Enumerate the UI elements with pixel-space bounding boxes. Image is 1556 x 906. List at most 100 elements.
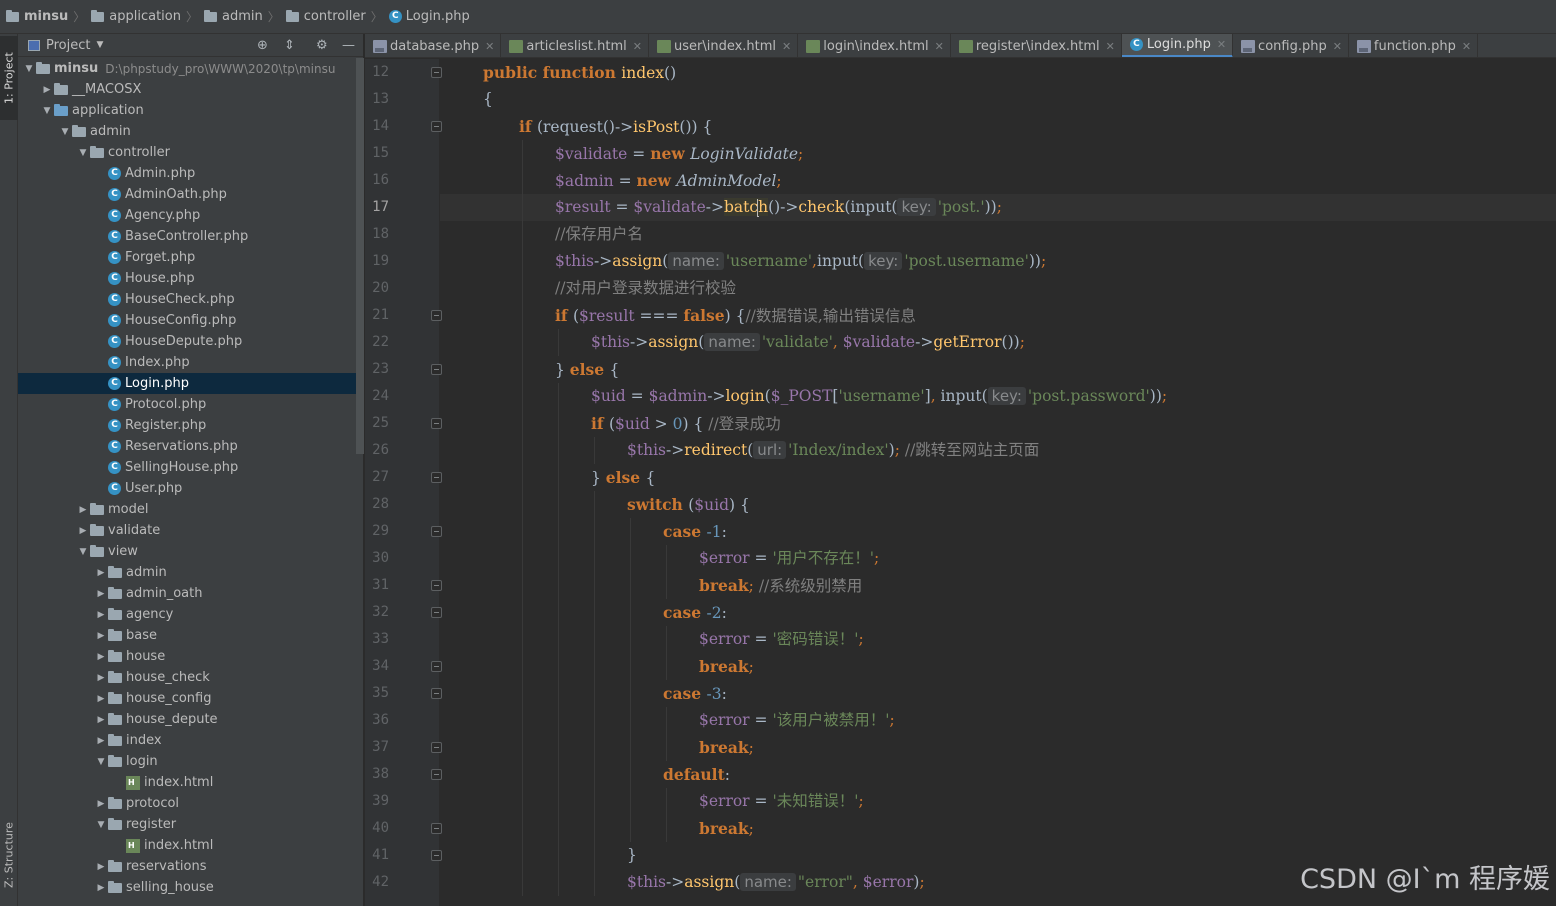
code-line[interactable]: $admin = new AdminModel; — [440, 167, 1556, 194]
breadcrumb-item[interactable]: C Login.php — [388, 9, 470, 24]
tree-file[interactable]: C Admin.php — [18, 163, 356, 184]
code-line[interactable]: //对用户登录数据进行校验 — [440, 275, 1556, 302]
code-line[interactable]: } else { — [440, 464, 1556, 491]
code-line[interactable]: $error = '该用户被禁用！'; — [440, 707, 1556, 734]
tree-file[interactable]: C Reservations.php — [18, 436, 356, 457]
editor-tab[interactable]: function.php ✕ — [1349, 34, 1479, 57]
tree-folder[interactable]: ▶ agency — [18, 604, 356, 625]
chevron-down-icon[interactable]: ▼ — [22, 64, 36, 74]
tree-file[interactable]: C Login.php — [18, 373, 356, 394]
code-line[interactable]: } else { — [440, 356, 1556, 383]
editor-tab[interactable]: user\index.html ✕ — [649, 34, 799, 57]
chevron-right-icon[interactable]: ▶ — [94, 589, 108, 599]
tree-folder[interactable]: ▶ __MACOSX — [18, 79, 356, 100]
tree-folder[interactable]: ▶ validate — [18, 520, 356, 541]
tree-folder[interactable]: ▶ admin — [18, 562, 356, 583]
chevron-right-icon[interactable]: ▶ — [94, 736, 108, 746]
chevron-right-icon[interactable]: ▶ — [40, 85, 54, 95]
chevron-down-icon[interactable]: ▼ — [76, 148, 90, 158]
project-tool-tab[interactable]: 1: Project — [0, 36, 18, 120]
tree-file[interactable]: C HouseConfig.php — [18, 310, 356, 331]
close-icon[interactable]: ✕ — [1333, 40, 1342, 53]
close-icon[interactable]: ✕ — [1217, 38, 1226, 51]
code-line[interactable]: //保存用户名 — [440, 221, 1556, 248]
structure-tool-tab[interactable]: Z: Structure — [0, 806, 18, 904]
code-line[interactable]: { — [440, 86, 1556, 113]
tree-file[interactable]: C House.php — [18, 268, 356, 289]
tree-folder[interactable]: ▼ controller — [18, 142, 356, 163]
tree-file[interactable]: C Register.php — [18, 415, 356, 436]
chevron-down-icon[interactable]: ▼ — [96, 40, 103, 50]
chevron-right-icon[interactable]: ▶ — [94, 883, 108, 893]
collapse-all-icon[interactable]: ⇕ — [284, 38, 295, 53]
tree-file[interactable]: C Agency.php — [18, 205, 356, 226]
breadcrumb-item[interactable]: application — [91, 9, 181, 24]
code-line[interactable]: case -1: — [440, 518, 1556, 545]
code-line[interactable]: break; — [440, 734, 1556, 761]
close-icon[interactable]: ✕ — [1462, 40, 1471, 53]
code-line[interactable]: $this->assign(name:'username',input(key:… — [440, 248, 1556, 275]
tree-file[interactable]: C HouseCheck.php — [18, 289, 356, 310]
tree-file[interactable]: index.html — [18, 772, 356, 793]
chevron-down-icon[interactable]: ▼ — [40, 106, 54, 116]
chevron-right-icon[interactable]: ▶ — [94, 631, 108, 641]
code-line[interactable]: $result = $validate->batch()->check(inpu… — [440, 194, 1556, 221]
tree-folder[interactable]: ▶ house — [18, 646, 356, 667]
chevron-right-icon[interactable]: ▶ — [94, 568, 108, 578]
editor-tab[interactable]: database.php ✕ — [365, 34, 502, 57]
tree-file[interactable]: C SellingHouse.php — [18, 457, 356, 478]
project-panel-title[interactable]: Project — [46, 38, 90, 53]
tree-folder[interactable]: ▶ reservations — [18, 856, 356, 877]
chevron-right-icon[interactable]: ▶ — [94, 715, 108, 725]
minimize-icon[interactable]: — — [342, 38, 355, 53]
tree-folder[interactable]: ▶ house_check — [18, 667, 356, 688]
code-line[interactable]: break; //系统级别禁用 — [440, 572, 1556, 599]
tree-folder[interactable]: ▶ selling_house — [18, 877, 356, 898]
chevron-right-icon[interactable]: ▶ — [94, 862, 108, 872]
tree-folder[interactable]: ▶ model — [18, 499, 356, 520]
chevron-right-icon[interactable]: ▶ — [76, 505, 90, 515]
tree-file[interactable]: C BaseController.php — [18, 226, 356, 247]
tree-folder[interactable]: ▼ admin — [18, 121, 356, 142]
chevron-right-icon[interactable]: ▶ — [94, 610, 108, 620]
chevron-right-icon[interactable]: ▶ — [94, 652, 108, 662]
code-line[interactable]: $error = '未知错误！'; — [440, 788, 1556, 815]
close-icon[interactable]: ✕ — [782, 40, 791, 53]
tree-folder[interactable]: ▼ login — [18, 751, 356, 772]
chevron-down-icon[interactable]: ▼ — [94, 820, 108, 830]
tree-file[interactable]: C Forget.php — [18, 247, 356, 268]
tree-file[interactable]: C Index.php — [18, 352, 356, 373]
code-line[interactable]: $error = '密码错误！'; — [440, 626, 1556, 653]
tree-folder[interactable]: ▼ view — [18, 541, 356, 562]
tree-folder[interactable]: ▶ house_depute — [18, 709, 356, 730]
code-area[interactable]: public function index(){if (request()->i… — [440, 59, 1556, 906]
chevron-down-icon[interactable]: ▼ — [76, 547, 90, 557]
tree-folder[interactable]: ▶ base — [18, 625, 356, 646]
editor-tab[interactable]: register\index.html ✕ — [951, 34, 1122, 57]
editor-tab[interactable]: config.php ✕ — [1233, 34, 1349, 57]
tree-scrollbar[interactable] — [356, 58, 364, 454]
chevron-right-icon[interactable]: ▶ — [76, 526, 90, 536]
code-line[interactable]: $uid = $admin->login($_POST['username'],… — [440, 383, 1556, 410]
editor-tab[interactable]: login\index.html ✕ — [798, 34, 951, 57]
chevron-right-icon[interactable]: ▶ — [94, 673, 108, 683]
tree-file[interactable]: C AdminOath.php — [18, 184, 356, 205]
tree-folder[interactable]: ▶ index — [18, 730, 356, 751]
chevron-down-icon[interactable]: ▼ — [94, 757, 108, 767]
code-line[interactable]: default: — [440, 761, 1556, 788]
close-icon[interactable]: ✕ — [935, 40, 944, 53]
code-line[interactable]: if ($result === false) {//数据错误,输出错误信息 — [440, 302, 1556, 329]
close-icon[interactable]: ✕ — [1106, 40, 1115, 53]
gear-icon[interactable]: ⚙ — [316, 38, 328, 53]
code-line[interactable]: case -2: — [440, 599, 1556, 626]
code-line[interactable]: $this->assign(name:'validate', $validate… — [440, 329, 1556, 356]
code-line[interactable]: break; — [440, 653, 1556, 680]
tree-file[interactable]: C HouseDepute.php — [18, 331, 356, 352]
tree-folder[interactable]: ▼ application — [18, 100, 356, 121]
close-icon[interactable]: ✕ — [633, 40, 642, 53]
tree-file[interactable]: C User.php — [18, 478, 356, 499]
tree-folder[interactable]: ▶ house_config — [18, 688, 356, 709]
code-line[interactable]: switch ($uid) { — [440, 491, 1556, 518]
code-line[interactable]: if (request()->isPost()) { — [440, 113, 1556, 140]
breadcrumb-item[interactable]: controller — [285, 9, 366, 24]
